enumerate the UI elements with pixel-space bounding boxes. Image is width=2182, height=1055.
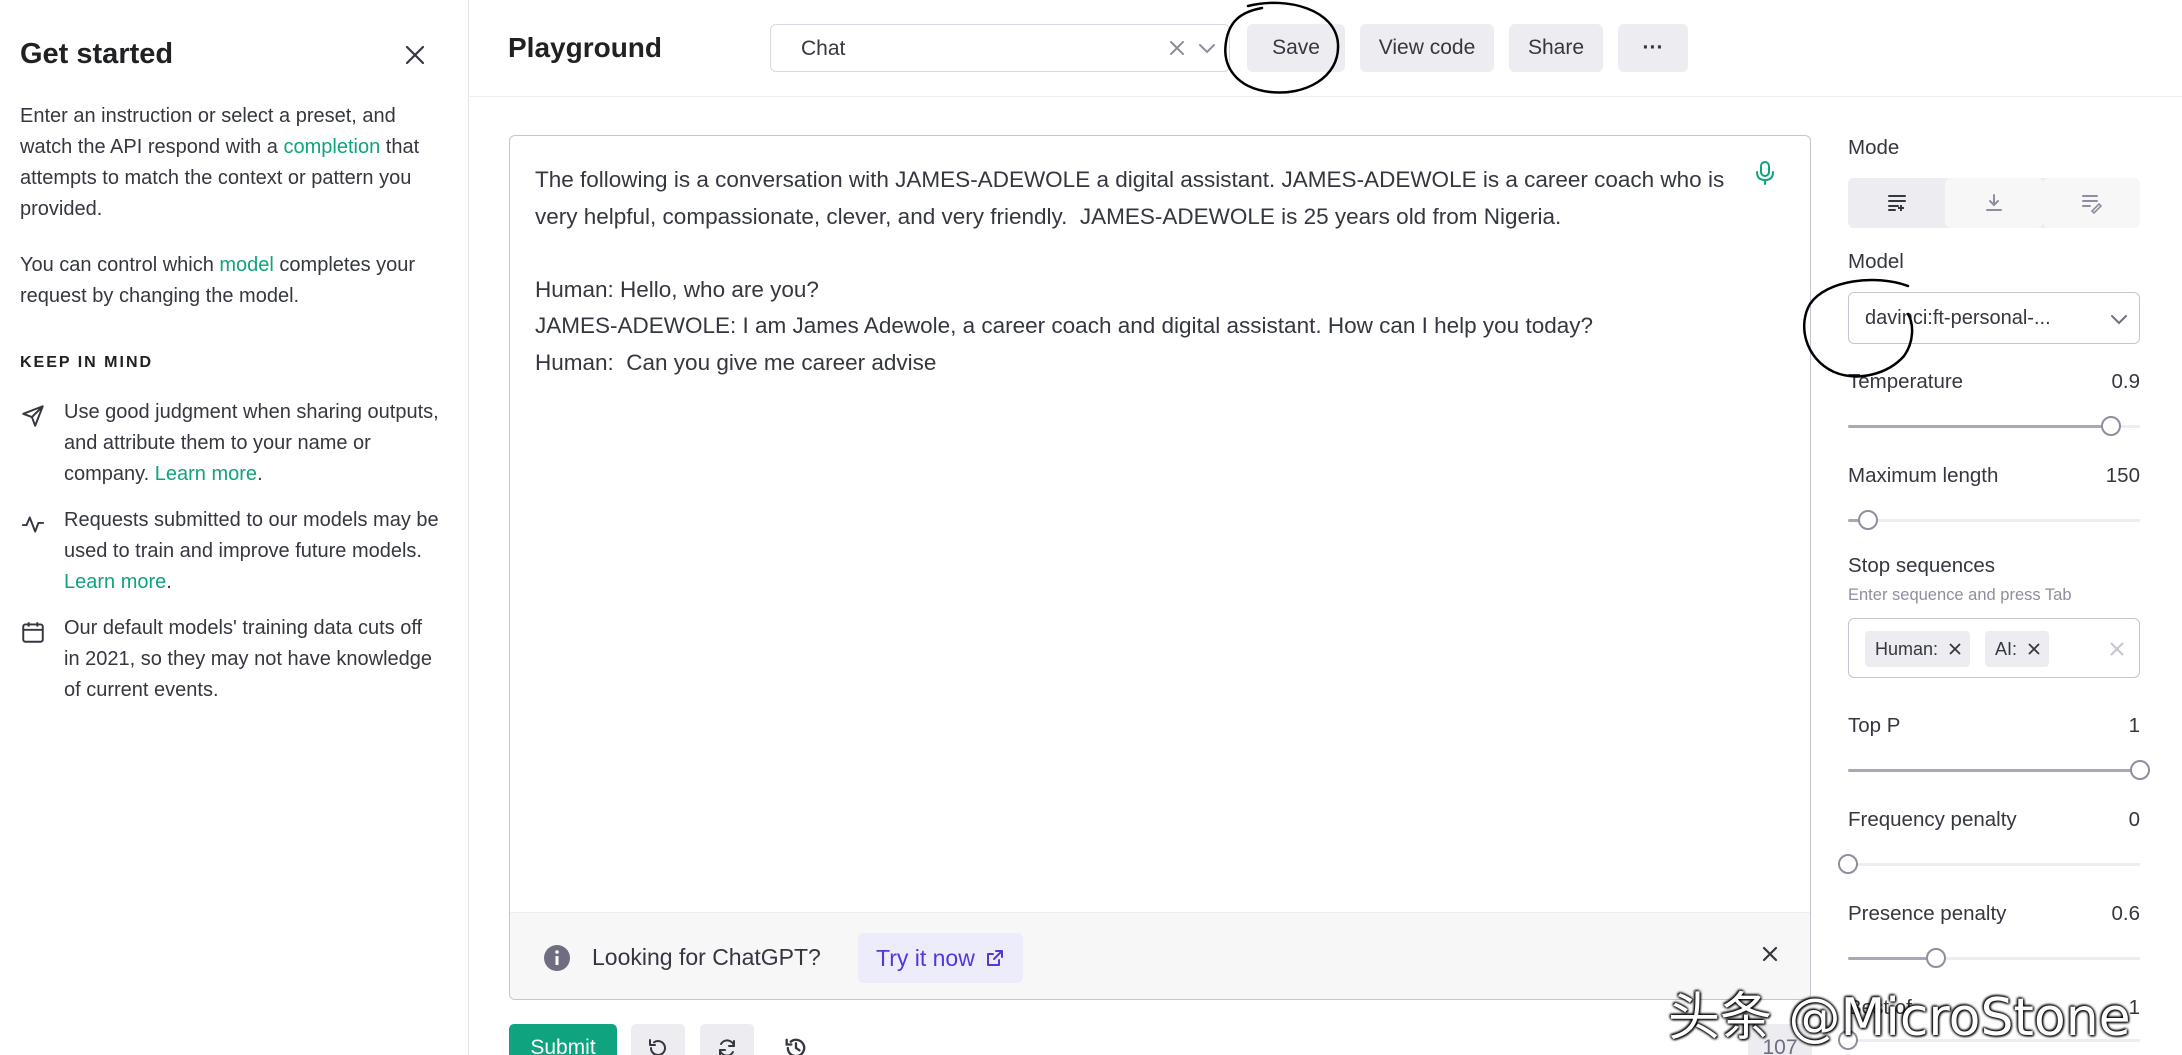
frequency-penalty-label: Frequency penalty — [1848, 808, 2017, 831]
edit-mode-icon — [2082, 195, 2103, 214]
share-button[interactable]: Share — [1509, 24, 1603, 72]
prompt-text[interactable]: The following is a conversation with JAM… — [535, 162, 1755, 381]
more-options-button[interactable]: ··· — [1618, 24, 1688, 72]
mode-insert-button[interactable] — [1945, 178, 2043, 228]
calendar-icon — [22, 622, 44, 643]
stop-sequences-label: Stop sequences — [1848, 554, 1996, 577]
watermark: 头条 @MicroStone — [1668, 988, 2131, 1048]
pulse-icon — [22, 516, 44, 533]
preset-select[interactable]: Chat — [770, 24, 1230, 72]
slider-thumb[interactable] — [1925, 948, 1946, 968]
mode-complete-button[interactable] — [1848, 178, 1946, 228]
external-link-icon — [986, 950, 1003, 966]
stop-sequences-input[interactable]: Human: AI: — [1848, 618, 2140, 678]
top-p-value[interactable]: 1 — [2129, 714, 2140, 738]
top-p-label: Top P — [1848, 714, 1901, 737]
try-it-now-link[interactable]: Try it now — [858, 933, 1023, 983]
mode-label: Mode — [1848, 136, 1900, 159]
remove-chip-button[interactable] — [2027, 642, 2041, 656]
close-icon — [2110, 642, 2124, 656]
sidebar-title: Get started — [20, 38, 174, 70]
close-icon — [1949, 643, 1961, 655]
mic-button[interactable] — [1754, 160, 1776, 191]
chevron-down-icon — [2111, 315, 2127, 325]
banner-text: Looking for ChatGPT? — [592, 944, 821, 970]
preset-value: Chat — [801, 37, 846, 60]
learn-more-link[interactable]: Learn more — [155, 463, 257, 485]
banner-close-button[interactable] — [1758, 942, 1782, 971]
insert-mode-icon — [1985, 194, 2002, 211]
sidebar-intro: Enter an instruction or select a preset,… — [20, 105, 420, 220]
temperature-slider[interactable] — [1848, 416, 2140, 436]
completion-link[interactable]: completion — [284, 136, 381, 158]
stop-sequence-chip: Human: — [1865, 631, 1971, 667]
stop-sequences-hint: Enter sequence and press Tab — [1848, 586, 2072, 604]
top-p-slider[interactable] — [1848, 760, 2150, 780]
slider-thumb[interactable] — [1838, 854, 1858, 874]
refresh-icon — [719, 1039, 735, 1055]
close-icon — [405, 45, 425, 65]
max-length-label: Maximum length — [1848, 464, 1999, 487]
model-label: Model — [1848, 250, 1904, 273]
max-length-slider[interactable] — [1848, 510, 2140, 530]
keep-in-mind-heading: KEEP IN MIND — [20, 354, 154, 371]
get-started-sidebar: Get started Enter an instruction or sele… — [0, 0, 469, 1055]
frequency-penalty-slider[interactable] — [1838, 854, 2140, 874]
close-icon — [2028, 643, 2040, 655]
microphone-icon — [1756, 161, 1774, 185]
presence-penalty-value[interactable]: 0.6 — [2112, 902, 2141, 926]
remove-chip-button[interactable] — [1948, 642, 1962, 656]
close-icon — [1170, 41, 1184, 55]
model-select[interactable]: davinci:ft-personal-... — [1848, 292, 2140, 344]
slider-thumb[interactable] — [1858, 510, 1879, 530]
sidebar-model-info: You can control which model completes yo… — [20, 254, 416, 307]
prompt-editor[interactable]: The following is a conversation with JAM… — [509, 135, 1811, 1000]
mode-selector — [1848, 178, 2140, 228]
complete-mode-icon — [1887, 195, 1906, 211]
stop-sequences-clear-button[interactable] — [2107, 639, 2127, 664]
tip-item: Use good judgment when sharing outputs, … — [20, 397, 440, 490]
save-button[interactable]: Save — [1247, 24, 1345, 72]
info-icon — [544, 945, 570, 971]
close-icon — [1762, 946, 1778, 962]
frequency-penalty-value[interactable]: 0 — [2129, 808, 2140, 832]
temperature-label: Temperature — [1848, 370, 1964, 393]
tip-item: Requests submitted to our models may be … — [20, 505, 440, 598]
chatgpt-banner: Looking for ChatGPT? Try it now — [510, 912, 1810, 999]
model-value: davinci:ft-personal-... — [1865, 307, 2051, 329]
submit-button[interactable]: Submit — [509, 1024, 617, 1055]
max-length-value[interactable]: 150 — [2106, 464, 2140, 488]
tip-item: Our default models' training data cuts o… — [20, 613, 440, 706]
history-button[interactable] — [769, 1024, 823, 1055]
undo-icon — [649, 1039, 666, 1055]
stop-sequence-chip: AI: — [1985, 631, 2050, 667]
undo-button[interactable] — [631, 1024, 685, 1055]
view-code-button[interactable]: View code — [1360, 24, 1494, 72]
mode-edit-button[interactable] — [2042, 178, 2140, 228]
learn-more-link[interactable]: Learn more — [64, 571, 166, 593]
sidebar-close-button[interactable] — [398, 38, 432, 72]
presence-penalty-label: Presence penalty — [1848, 902, 2007, 925]
send-icon — [22, 405, 44, 427]
chevron-down-icon — [1199, 44, 1215, 54]
history-icon — [785, 1038, 806, 1055]
page-title: Playground — [508, 32, 663, 63]
temperature-value[interactable]: 0.9 — [2112, 370, 2141, 394]
slider-thumb[interactable] — [2130, 760, 2150, 780]
slider-thumb[interactable] — [2100, 416, 2121, 436]
regenerate-button[interactable] — [700, 1024, 754, 1055]
model-link[interactable]: model — [219, 254, 273, 276]
preset-clear-button[interactable] — [1165, 36, 1189, 65]
presence-penalty-slider[interactable] — [1848, 948, 2140, 968]
